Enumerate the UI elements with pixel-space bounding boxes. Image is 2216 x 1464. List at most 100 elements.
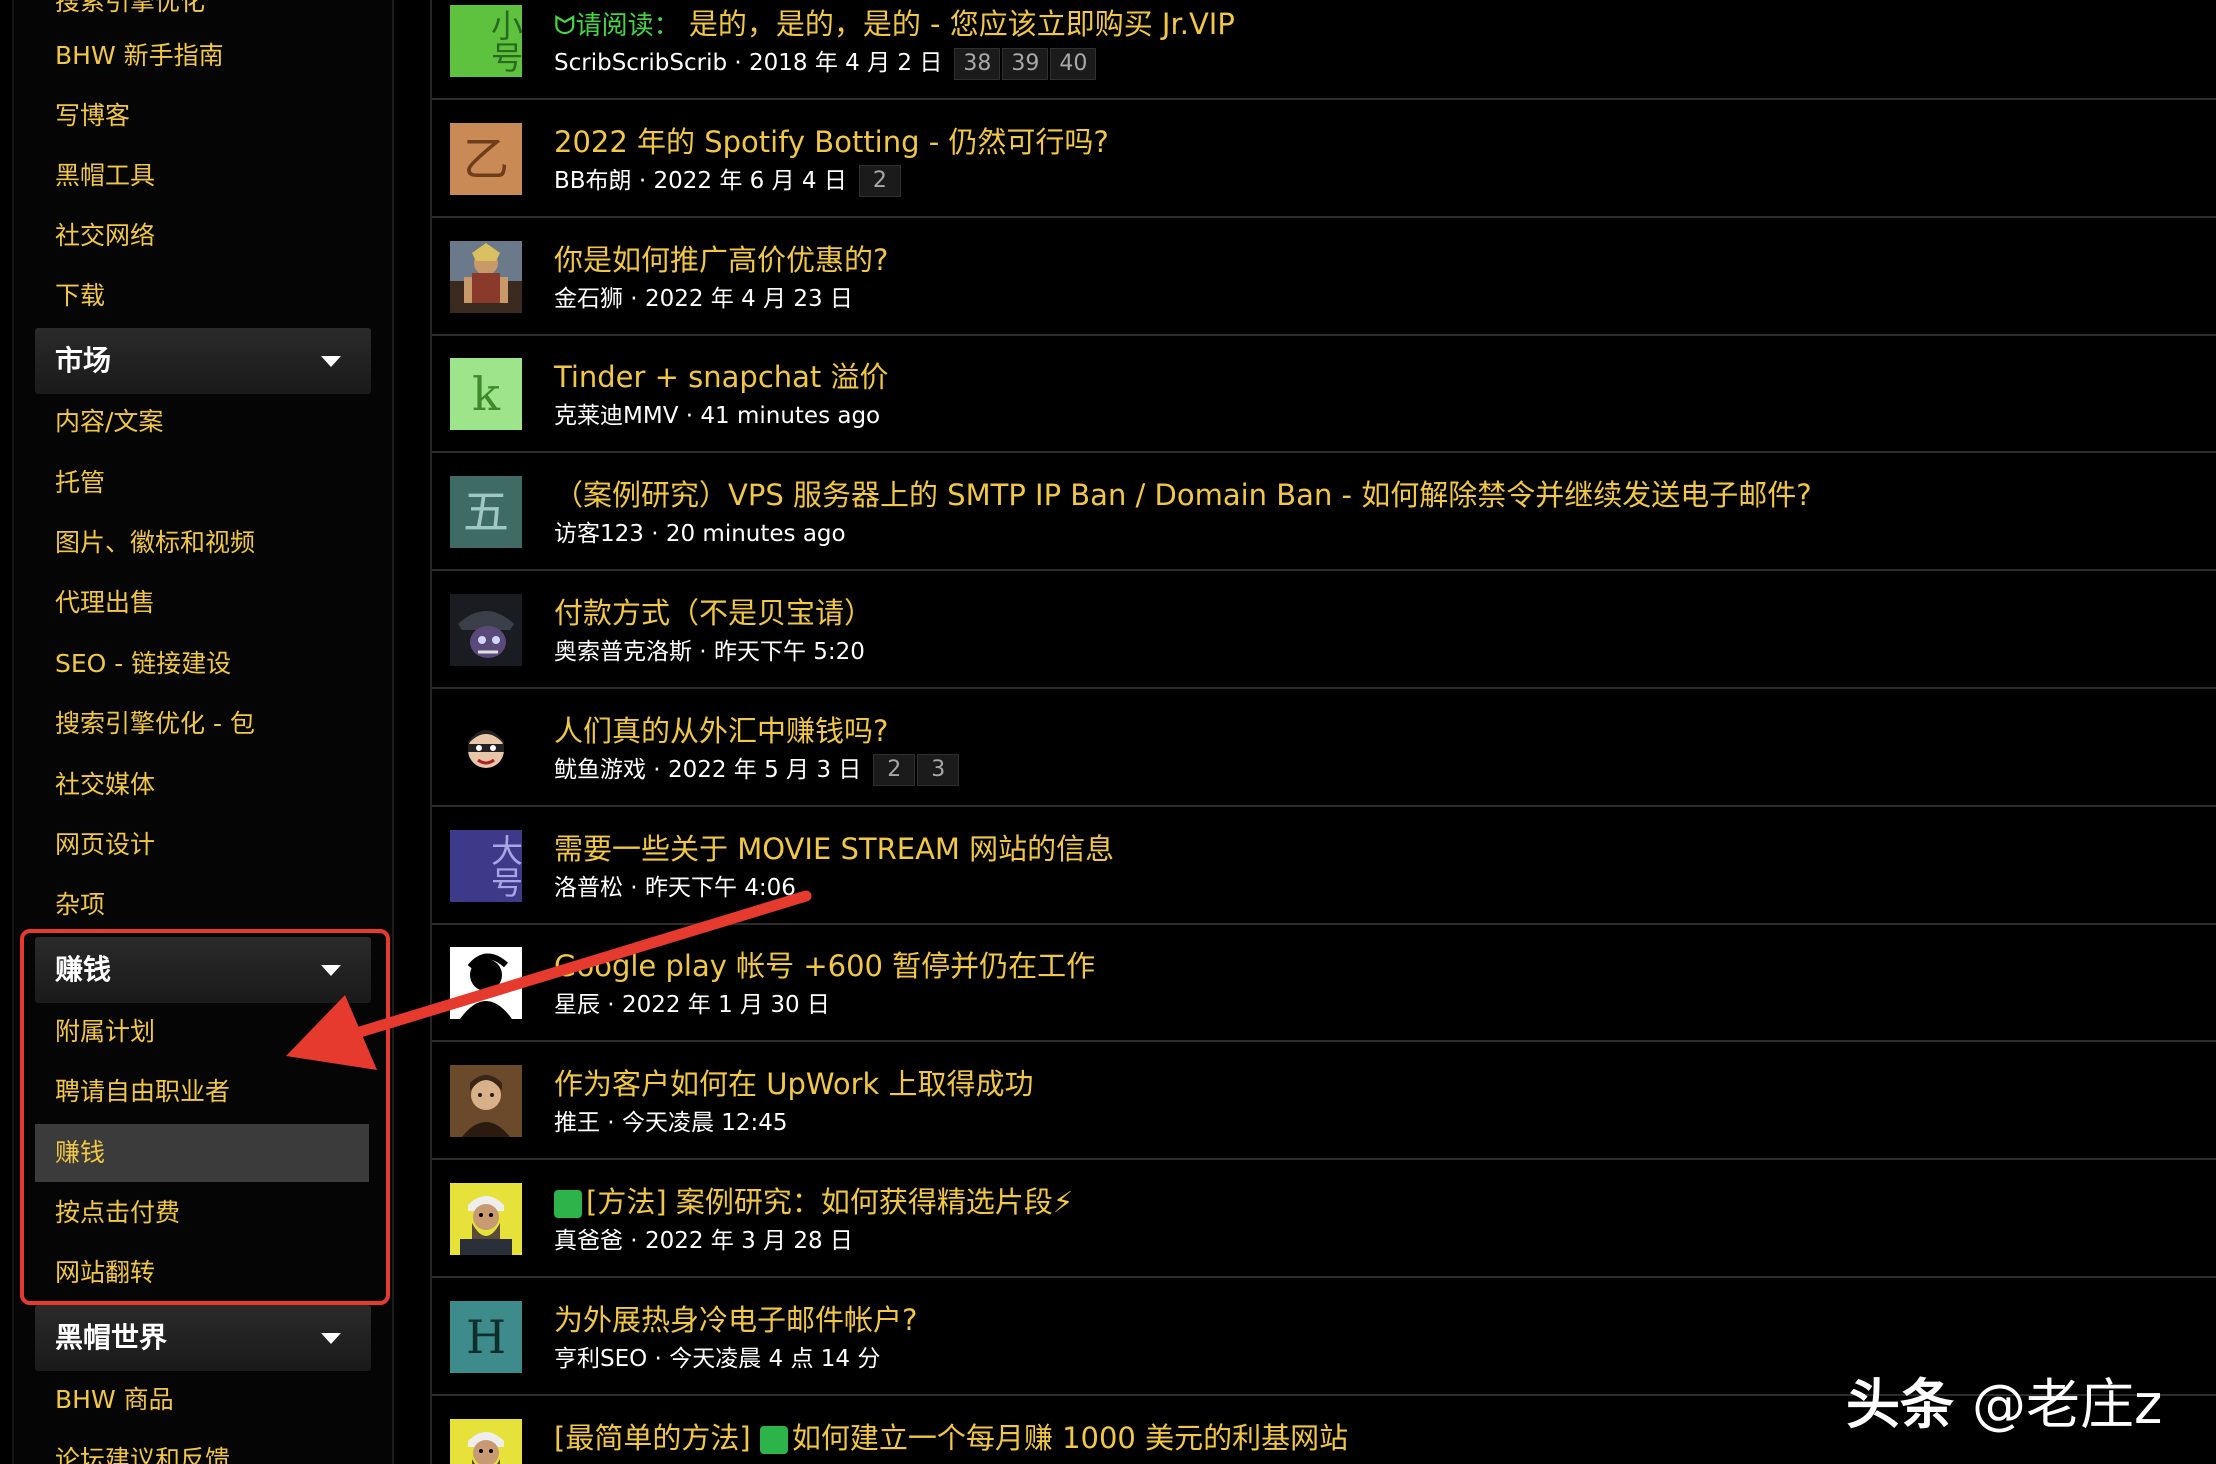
thread-author[interactable]: 克莱迪MMV [554, 403, 678, 429]
sidebar-link[interactable]: 社交网络 [55, 214, 155, 258]
thread-author[interactable]: ScribScribScrib [554, 50, 727, 76]
thread-title-prefix-text: [最简单的方法] [554, 1420, 751, 1455]
thread-title-link[interactable]: ᗢ请阅读： 是的，是的，是的 - 您应该立即购买 Jr.VIP [554, 1, 1235, 43]
chevron-down-icon [321, 1333, 341, 1344]
lightning-icon: ⚡ [1052, 1185, 1074, 1219]
sidebar-link[interactable]: 黑帽工具 [55, 154, 155, 198]
thread-author[interactable]: 推王 [554, 1110, 600, 1136]
sidebar-link[interactable]: BHW 新手指南 [55, 34, 224, 78]
category-blackhat-world[interactable]: 黑帽世界 [35, 1305, 371, 1371]
avatar[interactable]: 五 [450, 476, 522, 549]
thread-title-link[interactable]: 为外展热身冷电子邮件帐户? [554, 1297, 917, 1339]
thread-author[interactable]: BB布朗 [554, 168, 632, 194]
sidebar-link[interactable]: SEO - 链接建设 [55, 642, 231, 686]
thread-page-jump: 23 [873, 754, 961, 787]
sidebar-link[interactable]: 社交媒体 [55, 763, 155, 807]
thread-title-link[interactable]: [方法] 案例研究：如何获得精选片段⚡ [554, 1179, 1073, 1221]
thread-title-link[interactable]: 2022 年的 Spotify Botting - 仍然可行吗? [554, 119, 1109, 161]
thread-date: 2022 年 3 月 28 日 [644, 1228, 853, 1254]
thread-date: 今天凌晨 12:45 [621, 1110, 788, 1137]
thread-meta: 克莱迪MMV · 41 minutes ago [554, 403, 881, 430]
thread-title-text: 为外展热身冷电子邮件帐户? [554, 1302, 918, 1337]
thread-meta: 真爸爸 · 2022 年 3 月 28 日 [554, 1228, 853, 1254]
thread-title-link[interactable]: [最简单的方法] 如何建立一个每月赚 1000 美元的利基网站 [554, 1415, 1348, 1457]
category-market[interactable]: 市场 [35, 328, 371, 394]
thread-meta: 亨利SEO · 今天凌晨 4 点 14 分 [554, 1345, 881, 1372]
thread-title-link[interactable]: 需要一些关于 MOVIE STREAM 网站的信息 [554, 826, 1114, 868]
sidebar-link[interactable]: 搜索引擎优化 - 包 [55, 702, 255, 746]
thread-meta: 推王 · 今天凌晨 12:45 [554, 1110, 788, 1137]
thread-title-text: Google play 帐号 +600 暂停并仍在工作 [554, 949, 1096, 984]
bearded-man-avatar-icon[interactable] [450, 1183, 522, 1255]
page-number-link[interactable]: 40 [1050, 47, 1097, 80]
page-number-link[interactable]: 2 [858, 165, 901, 198]
thread-title-text: 需要一些关于 MOVIE STREAM 网站的信息 [554, 831, 1115, 866]
thread-date: 20 minutes ago [665, 521, 846, 548]
thread-date: 41 minutes ago [700, 403, 881, 430]
masked-man-avatar-icon[interactable] [450, 711, 522, 784]
thread-author[interactable]: 亨利SEO [554, 1346, 647, 1372]
page-number-link[interactable]: 39 [1002, 47, 1049, 80]
thread-row: k Tinder + snapchat 溢价克莱迪MMV · 41 minutes… [432, 336, 2216, 454]
sidebar-link[interactable]: 内容/文案 [55, 400, 163, 444]
avatar[interactable]: 乙 [450, 122, 522, 195]
page-number-link[interactable]: 2 [873, 754, 916, 787]
sidebar-link[interactable]: 代理出售 [55, 581, 155, 625]
thread-author[interactable]: 鱿鱼游戏 [554, 757, 646, 783]
watermark: 头条 @老庄z [1846, 1360, 2162, 1439]
thread-author[interactable]: 洛普松 [554, 875, 623, 901]
thread-page-jump: 2 [858, 165, 903, 198]
thread-meta: 鱿鱼游戏 · 2022 年 5 月 3 日23 [554, 750, 961, 787]
avatar-letter: 乙 [463, 131, 509, 186]
avatar[interactable]: 大号 [450, 829, 522, 902]
thread-title-link[interactable]: （案例研究）VPS 服务器上的 SMTP IP Ban / Domain Ban… [554, 472, 1812, 514]
silhouette-avatar-icon[interactable] [450, 947, 522, 1020]
thread-author[interactable]: 奥索普克洛斯 [554, 639, 692, 665]
thread-row: [方法] 案例研究：如何获得精选片段⚡ 真爸爸 · 2022 年 3 月 28 日 [432, 1161, 2216, 1278]
sidebar-link[interactable]: 杂项 [55, 883, 105, 927]
bearded-man-avatar-icon[interactable] [450, 1418, 522, 1464]
thread-row: 人们真的从外汇中赚钱吗? 鱿鱼游戏 · 2022 年 5 月 3 日23 [432, 690, 2216, 807]
thread-meta: ScribScribScrib · 2018 年 4 月 2 日 38 39 40 [554, 43, 1098, 80]
sidebar-link[interactable]: 写博客 [55, 94, 130, 138]
sidebar-link[interactable]: 搜索引擎优化 [55, 0, 205, 24]
thread-title-link[interactable]: 付款方式（不是贝宝请） [554, 590, 873, 632]
page-number-link[interactable]: 3 [917, 754, 960, 787]
thread-title-link[interactable]: 人们真的从外汇中赚钱吗? [554, 708, 888, 750]
dark-character-avatar-icon[interactable] [450, 594, 522, 666]
sidebar-link[interactable]: 网页设计 [55, 823, 155, 867]
thread-author[interactable]: 访客123 [554, 521, 644, 547]
thread-title-text: Tinder + snapchat 溢价 [554, 360, 889, 395]
avatar[interactable]: k [450, 358, 522, 431]
portrait-avatar-icon[interactable] [450, 1065, 522, 1138]
thread-date: 昨天下午 5:20 [713, 639, 865, 665]
thread-author[interactable]: 星辰 [554, 992, 600, 1018]
sidebar-link[interactable]: BHW 商品 [55, 1378, 174, 1422]
thread-author[interactable]: 真爸爸 [554, 1228, 623, 1254]
page-number-link[interactable]: 38 [954, 47, 1001, 80]
thread-list: 小号 ᗢ请阅读： 是的，是的，是的 - 您应该立即购买 Jr.VIP ScribSc… [430, 0, 2216, 1464]
thread-title-text: （案例研究）VPS 服务器上的 SMTP IP Ban / Domain Ban… [554, 478, 1812, 513]
thread-row: 大号 需要一些关于 MOVIE STREAM 网站的信息 洛普松 · 昨天下午 4:… [432, 808, 2216, 925]
thread-title-link[interactable]: 你是如何推广高价优惠的? [554, 237, 888, 279]
thread-title-link[interactable]: Google play 帐号 +600 暂停并仍在工作 [554, 943, 1095, 985]
avatar-letter: H [465, 1309, 507, 1364]
thread-title-link[interactable]: Tinder + snapchat 溢价 [554, 354, 889, 396]
thread-meta: 奥索普克洛斯 · 昨天下午 5:20 [554, 639, 865, 665]
warrior-avatar-icon[interactable] [450, 240, 522, 313]
check-mark-icon [759, 1425, 788, 1454]
thread-meta: BB布朗 · 2022 年 6 月 4 日2 [554, 161, 903, 198]
thread-title-text: 如何建立一个每月赚 1000 美元的利基网站 [791, 1420, 1349, 1455]
sidebar-link[interactable]: 图片、徽标和视频 [55, 521, 255, 565]
sidebar-link[interactable]: 托管 [55, 461, 105, 505]
thread-author[interactable]: 金石狮 [554, 286, 623, 312]
thread-title-text: 付款方式（不是贝宝请） [554, 596, 874, 630]
thread-title-text: [方法] 案例研究：如何获得精选片段 [586, 1185, 1053, 1219]
sidebar-link[interactable]: 下载 [55, 274, 105, 318]
sidebar-link[interactable]: 论坛建议和反馈 [55, 1438, 230, 1464]
avatar[interactable]: 小号 [450, 5, 522, 77]
thread-date: 今天凌晨 4 点 14 分 [669, 1345, 881, 1372]
thread-title-text: 作为客户如何在 UpWork 上取得成功 [554, 1067, 1034, 1102]
thread-title-link[interactable]: 作为客户如何在 UpWork 上取得成功 [554, 1061, 1034, 1103]
avatar[interactable]: H [450, 1300, 522, 1373]
